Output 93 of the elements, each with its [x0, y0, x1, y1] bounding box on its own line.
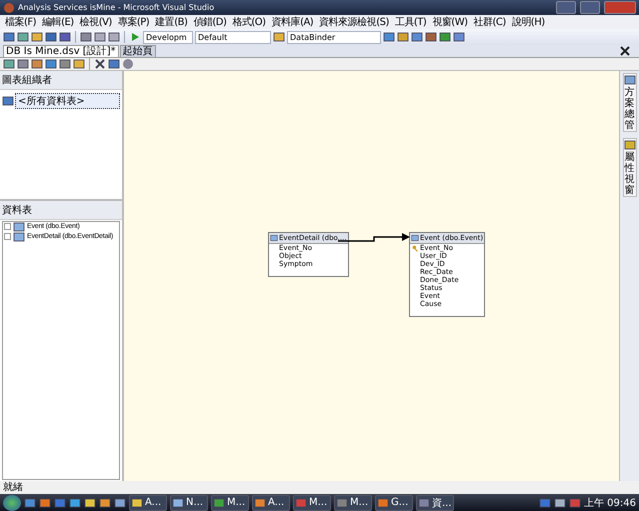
quick-launch-icon[interactable]	[24, 496, 36, 508]
taskbar-button[interactable]: 資...	[416, 494, 454, 510]
toolbar-icon[interactable]	[80, 31, 92, 43]
side-tab-label: 方案總管	[624, 87, 634, 131]
toolbar-icon[interactable]	[108, 58, 120, 70]
taskbar-label: A...	[268, 497, 284, 508]
taskbar-label: M...	[227, 497, 246, 508]
app-icon	[254, 496, 266, 508]
side-tab[interactable]: 屬性視窗	[622, 138, 636, 197]
menu-item[interactable]: 檔案(F)	[2, 15, 40, 29]
toolbar-dropdown[interactable]: Default	[195, 30, 271, 44]
taskbar-label: M...	[309, 497, 328, 508]
app-icon	[131, 496, 143, 508]
toolbar-icon[interactable]	[94, 31, 106, 43]
toolbar-dropdown[interactable]: Developm	[143, 30, 193, 44]
menu-item[interactable]: 偵錯(D)	[190, 15, 230, 29]
tray-icon[interactable]	[539, 496, 551, 508]
taskbar-button[interactable]: M...	[211, 494, 249, 510]
menu-item[interactable]: 工具(T)	[392, 15, 430, 29]
table-icon	[270, 234, 278, 242]
menu-item[interactable]: 編輯(E)	[39, 15, 77, 29]
app-icon	[3, 2, 15, 14]
taskbar-label: N...	[186, 497, 204, 508]
menu-item[interactable]: 專案(P)	[114, 15, 152, 29]
toolbar-icon[interactable]	[453, 31, 465, 43]
expand-icon[interactable]	[4, 233, 11, 240]
toolbar-icon[interactable]	[3, 58, 15, 70]
toolbar-icon[interactable]	[31, 31, 43, 43]
taskbar-label: G...	[391, 497, 408, 508]
expand-icon[interactable]	[4, 223, 11, 230]
table-icon	[13, 230, 25, 242]
menu-item[interactable]: 視窗(W)	[429, 15, 470, 29]
taskbar-button[interactable]: M...	[293, 494, 331, 510]
quick-launch-icon[interactable]	[69, 496, 81, 508]
taskbar-button[interactable]: N...	[170, 494, 208, 510]
menu-item[interactable]: 建置(B)	[152, 15, 190, 29]
organizer-item[interactable]: <所有資料表>	[15, 93, 120, 109]
taskbar-button[interactable]: G...	[375, 494, 413, 510]
quick-launch-icon[interactable]	[39, 496, 51, 508]
start-button[interactable]	[3, 494, 21, 510]
menu-item[interactable]: 資料庫(A)	[268, 15, 316, 29]
side-tab[interactable]: 方案總管	[622, 73, 636, 132]
toolbar-icon[interactable]	[59, 58, 71, 70]
app-icon	[418, 496, 430, 508]
toolbar-icon[interactable]	[383, 31, 395, 43]
menu-item[interactable]: 社群(C)	[470, 15, 509, 29]
app-icon	[377, 496, 389, 508]
document-tab[interactable]: DB Is Mine.dsv [設計]*	[3, 45, 119, 57]
app-icon	[295, 496, 307, 508]
toolbar-icon[interactable]	[45, 58, 57, 70]
toolbar-icon[interactable]	[59, 31, 71, 43]
tray-icon[interactable]	[554, 496, 566, 508]
menu-item[interactable]: 格式(O)	[229, 15, 269, 29]
tray-icon[interactable]	[569, 496, 581, 508]
toolbar-icon[interactable]	[31, 58, 43, 70]
quick-launch-icon[interactable]	[114, 496, 126, 508]
toolbar-icon[interactable]	[45, 31, 57, 43]
toolbar-icon[interactable]	[425, 31, 437, 43]
app-icon	[213, 496, 225, 508]
app-icon	[172, 496, 184, 508]
table-icon	[411, 234, 419, 242]
table-icon	[13, 220, 25, 232]
pane-title: 資料表	[0, 200, 122, 220]
menu-item[interactable]: 說明(H)	[508, 15, 548, 29]
toolbar-icon[interactable]	[439, 31, 451, 43]
taskbar-label: M...	[350, 497, 368, 508]
toolbar-icon[interactable]	[73, 58, 85, 70]
toolbar-icon[interactable]	[3, 31, 15, 43]
delete-icon[interactable]	[94, 58, 106, 70]
taskbar-label: 資...	[432, 496, 452, 510]
toolbar-icon[interactable]	[108, 31, 120, 43]
toolbar-icon[interactable]	[397, 31, 409, 43]
menu-item[interactable]: 資料來源檢視(S)	[316, 15, 392, 29]
taskbar-label: A...	[145, 497, 162, 508]
close-icon[interactable]	[619, 45, 631, 57]
toolbar-icon[interactable]	[411, 31, 423, 43]
quick-launch-icon[interactable]	[84, 496, 96, 508]
side-tab-label: 屬性視窗	[624, 152, 634, 196]
play-icon[interactable]	[129, 31, 141, 43]
toolbar-icon[interactable]	[17, 58, 29, 70]
quick-launch-icon[interactable]	[99, 496, 111, 508]
pane-title: 圖表組織者	[0, 71, 122, 90]
clock: 上午 09:46	[584, 496, 636, 510]
document-tab[interactable]: 起始頁	[120, 45, 156, 57]
menu-item[interactable]: 檢視(V)	[76, 15, 115, 29]
taskbar-button[interactable]: A...	[129, 494, 167, 510]
taskbar-button[interactable]: A...	[252, 494, 290, 510]
app-icon	[336, 496, 348, 508]
window-title: Analysis Services isMine - Microsoft Visual Studio	[18, 3, 214, 12]
toolbar-icon[interactable]	[17, 31, 29, 43]
status-text: 就緒	[0, 481, 639, 494]
toolbar-dropdown[interactable]: DataBinder	[287, 30, 381, 44]
taskbar-button[interactable]: M...	[334, 494, 372, 510]
